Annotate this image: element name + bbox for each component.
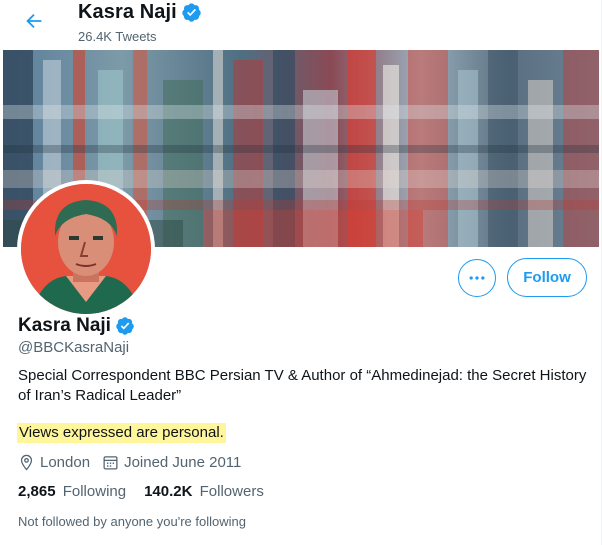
following-count: 2,865 [18,483,56,500]
profile-bio: Special Correspondent BBC Persian TV & A… [18,366,588,406]
bio-highlight: Views expressed are personal. [17,423,226,443]
profile-page: Kasra Naji 26.4K Tweets Follow Kasra Naj… [0,0,602,545]
profile-header: Kasra Naji 26.4K Tweets [0,0,602,50]
header-tweet-count: 26.4K Tweets [78,29,157,44]
profile-meta: London Joined June 2011 [18,454,253,471]
avatar[interactable] [17,180,155,318]
calendar-icon [103,456,118,470]
following-link[interactable]: 2,865 Following [18,483,126,500]
followers-count: 140.2K [144,483,193,500]
bio-line-1: Special Correspondent BBC Persian TV & A… [18,367,587,384]
more-horizontal-icon [469,276,485,280]
followers-label: Followers [199,483,264,500]
profile-name: Kasra Naji [18,315,111,336]
verified-badge-icon [181,2,202,23]
joined-item: Joined June 2011 [102,454,241,471]
verified-badge-icon [115,316,135,336]
followed-by-note: Not followed by anyone you're following [18,514,246,529]
bio-line-2: of Iran’s Radical Leader” [18,387,182,404]
location-pin-icon [20,454,33,471]
followers-link[interactable]: 140.2K Followers [144,483,264,500]
follow-button[interactable]: Follow [507,258,587,297]
profile-stats: 2,865 Following 140.2K Followers [18,483,282,500]
profile-handle: @BBCKasraNaji [18,339,130,356]
location-item: London [18,454,90,471]
following-label: Following [62,483,127,500]
header-title-row: Kasra Naji [78,1,202,24]
avatar-image [21,184,151,314]
location-text: London [40,454,91,471]
more-options-button[interactable] [458,259,496,297]
profile-name-row: Kasra Naji [18,315,135,337]
arrow-left-icon [26,13,42,29]
back-button[interactable] [18,5,50,37]
header-title: Kasra Naji [78,1,177,23]
joined-text: Joined June 2011 [124,454,242,471]
